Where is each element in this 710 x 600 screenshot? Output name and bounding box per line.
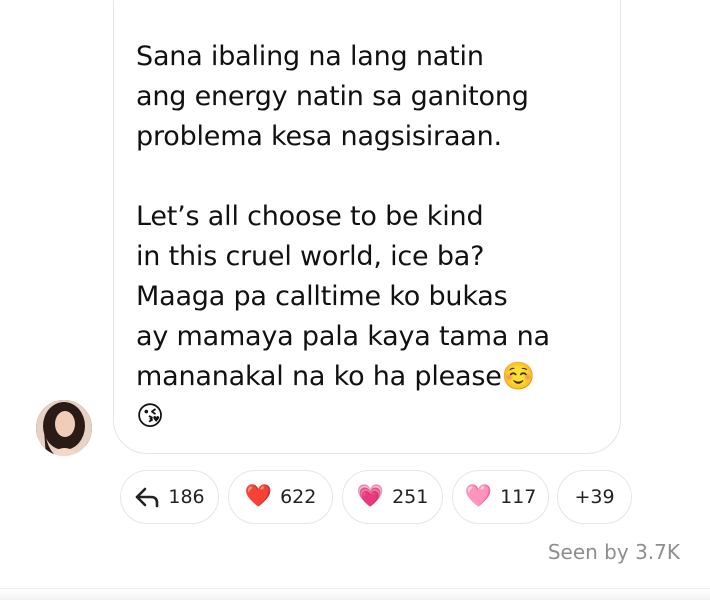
more-reactions-count: +39 bbox=[574, 486, 615, 508]
reaction-count: 251 bbox=[392, 486, 429, 508]
red-heart-icon: ❤️ bbox=[244, 484, 273, 509]
seen-by-count[interactable]: Seen by 3.7K bbox=[548, 540, 680, 564]
reaction-count: 622 bbox=[280, 486, 317, 508]
composer-edge bbox=[0, 588, 710, 600]
reaction-pink-heart[interactable]: 🩷 117 bbox=[452, 470, 549, 524]
reaction-count: 117 bbox=[500, 486, 537, 508]
avatar-image bbox=[36, 400, 92, 456]
sender-avatar[interactable] bbox=[36, 400, 92, 456]
reply-count: 186 bbox=[168, 486, 205, 508]
reply-button[interactable]: 186 bbox=[120, 470, 219, 524]
reply-arrow-icon bbox=[136, 487, 159, 508]
message-text: Sana ibaling na lang natin ang energy na… bbox=[136, 41, 550, 432]
reaction-growing-heart[interactable]: 💗 251 bbox=[342, 470, 443, 524]
pink-heart-icon: 🩷 bbox=[464, 484, 493, 509]
more-reactions-button[interactable]: +39 bbox=[557, 470, 632, 524]
growing-heart-icon: 💗 bbox=[356, 484, 385, 509]
reaction-red-heart[interactable]: ❤️ 622 bbox=[228, 470, 333, 524]
